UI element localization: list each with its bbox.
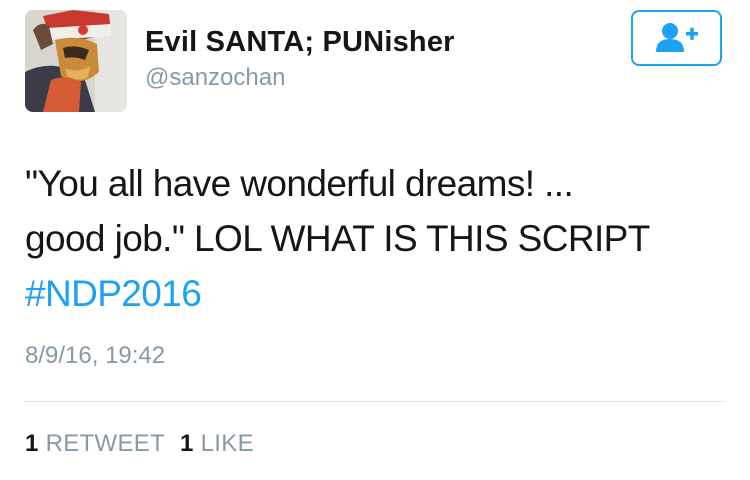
tweet-text: "You all have wonderful dreams! ... good… [25,156,725,321]
tweet-timestamp[interactable]: 8/9/16, 19:42 [25,342,165,370]
like-count-value: 1 [180,430,194,457]
like-count-label: LIKE [200,430,254,457]
avatar-image [25,10,127,112]
avatar[interactable] [25,10,127,112]
user-handle[interactable]: @sanzochan [145,64,285,92]
tweet-text-line: good job." LOL WHAT IS THIS SCRIPT [25,218,650,259]
retweet-count-label: RETWEET [45,430,166,457]
follow-button[interactable] [631,10,722,66]
retweet-count-value: 1 [25,430,39,457]
display-name[interactable]: Evil SANTA; PUNisher [145,26,455,59]
hashtag-link[interactable]: #NDP2016 [25,273,202,314]
tweet-text-line: "You all have wonderful dreams! ... [25,163,574,204]
like-count[interactable]: 1 LIKE [180,430,254,458]
tweet-stats: 1 RETWEET 1 LIKE [25,430,262,458]
divider [25,401,725,402]
add-user-icon [655,23,698,52]
retweet-count[interactable]: 1 RETWEET [25,430,165,458]
